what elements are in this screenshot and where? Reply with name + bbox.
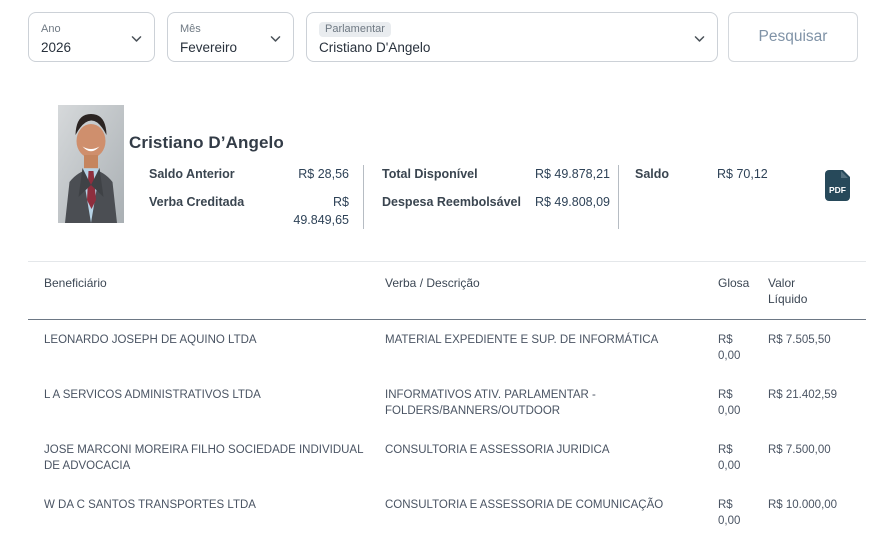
table-body: LEONARDO JOSEPH DE AQUINO LTDA MATERIAL … [28, 320, 866, 553]
table-header: Beneficiário Verba / Descrição Glosa Val… [28, 261, 866, 320]
total-available-label: Total Disponível [382, 167, 478, 181]
table-row: JOSE MARCONI MOREIRA FILHO SOCIEDADE IND… [28, 430, 866, 485]
row-description: CONSULTORIA E ASSESSORIA DE COMUNICAÇÃO [385, 499, 664, 511]
month-select-value: Fevereiro [180, 40, 238, 55]
row-net-value: R$ 10.000,00 [768, 499, 838, 511]
row-glosa: R$ 0,00 [718, 444, 741, 472]
credited-funds-label: Verba Creditada [149, 195, 245, 209]
previous-balance-label: Saldo Anterior [149, 167, 235, 181]
profile-section: Cristiano D’Angelo Saldo Anterior R$ 28,… [58, 105, 894, 229]
row-glosa: R$ 0,00 [718, 499, 741, 527]
table-row: OMEGA COMERCIO DE DERIVADOS DE PETROLEO … [28, 540, 866, 553]
row-net-value: R$ 21.402,59 [768, 389, 838, 401]
table-row: LEONARDO JOSEPH DE AQUINO LTDA MATERIAL … [28, 320, 866, 375]
credited-funds-value: R$ 49.849,65 [293, 195, 349, 227]
row-beneficiary: L A SERVICOS ADMINISTRATIVOS LTDA [44, 389, 261, 401]
reimbursable-expense-value: R$ 49.808,09 [534, 195, 610, 209]
row-net-value: R$ 7.505,50 [768, 334, 831, 346]
pdf-export-icon[interactable]: PDF [825, 169, 851, 201]
summary-column-2: Total Disponível R$ 49.878,21 Despesa Re… [363, 165, 618, 229]
chevron-down-icon [693, 32, 706, 50]
summary-column-3: Saldo R$ 70,12 [618, 165, 787, 229]
row-beneficiary: LEONARDO JOSEPH DE AQUINO LTDA [44, 334, 257, 346]
expenses-table: Beneficiário Verba / Descrição Glosa Val… [28, 261, 866, 553]
year-select[interactable]: Ano 2026 [28, 12, 155, 62]
table-row: L A SERVICOS ADMINISTRATIVOS LTDA INFORM… [28, 375, 866, 430]
chevron-down-icon [130, 32, 143, 50]
filter-bar: Ano 2026 Mês Fevereiro Parlamentar Crist… [28, 12, 894, 62]
row-beneficiary: JOSE MARCONI MOREIRA FILHO SOCIEDADE IND… [44, 444, 364, 472]
row-net-value: R$ 7.500,00 [768, 444, 831, 456]
row-glosa: R$ 0,00 [718, 334, 741, 362]
parliamentarian-name: Cristiano D’Angelo [129, 133, 284, 152]
month-select[interactable]: Mês Fevereiro [167, 12, 294, 62]
previous-balance-value: R$ 28,56 [298, 167, 349, 181]
balance-summary: Saldo Anterior R$ 28,56 Verba Creditada … [149, 165, 851, 229]
header-glosa: Glosa [718, 276, 750, 290]
parliamentarian-photo [58, 105, 124, 223]
row-description: CONSULTORIA E ASSESSORIA JURIDICA [385, 444, 610, 456]
table-row: W DA C SANTOS TRANSPORTES LTDA CONSULTOR… [28, 485, 866, 540]
row-description: INFORMATIVOS ATIV. PARLAMENTAR - FOLDERS… [385, 389, 596, 417]
row-beneficiary: W DA C SANTOS TRANSPORTES LTDA [44, 499, 256, 511]
profile-details: Cristiano D’Angelo Saldo Anterior R$ 28,… [129, 105, 851, 229]
search-button[interactable]: Pesquisar [728, 12, 858, 62]
year-select-value: 2026 [41, 40, 72, 55]
row-glosa: R$ 0,00 [718, 389, 741, 417]
month-select-label: Mês [180, 23, 201, 35]
pdf-fold-flap [841, 171, 848, 178]
header-description: Verba / Descrição [385, 276, 480, 290]
chevron-down-icon [269, 32, 282, 50]
year-select-label: Ano [41, 23, 61, 35]
parliamentarian-select-value: Cristiano D'Angelo [319, 40, 431, 55]
header-net-value: Valor Líquido [768, 276, 808, 306]
total-available-value: R$ 49.878,21 [534, 167, 610, 181]
summary-column-1: Saldo Anterior R$ 28,56 Verba Creditada … [149, 165, 363, 229]
pdf-icon-label: PDF [829, 185, 846, 195]
header-beneficiary: Beneficiário [44, 276, 107, 290]
parliamentarian-select[interactable]: Parlamentar Cristiano D'Angelo [306, 12, 718, 62]
reimbursable-expense-label: Despesa Reembolsável [382, 195, 521, 209]
balance-label: Saldo [635, 167, 670, 181]
parliamentarian-select-label: Parlamentar [319, 22, 391, 37]
row-description: MATERIAL EXPEDIENTE E SUP. DE INFORMÁTIC… [385, 334, 659, 346]
balance-value: R$ 70,12 [717, 167, 768, 181]
